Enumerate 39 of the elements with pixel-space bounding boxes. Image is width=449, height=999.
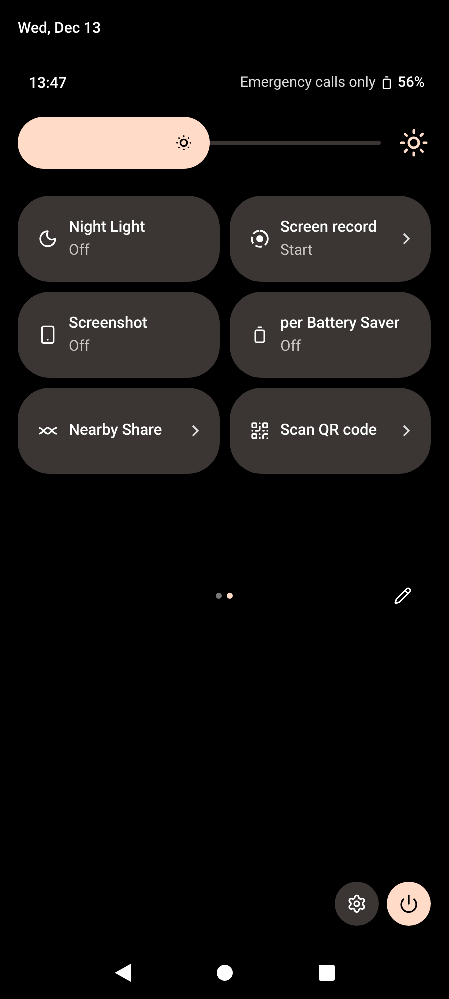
edit-icon[interactable] — [394, 586, 412, 604]
brightness-icon — [174, 132, 194, 152]
recents-icon[interactable] — [318, 964, 334, 980]
quick-tile[interactable]: per Battery Saver Off — [230, 292, 431, 378]
tile-title: Screen record — [280, 216, 378, 238]
quick-tile[interactable]: Night Light Off — [18, 196, 220, 282]
date-text: Wed, Dec 13 — [18, 19, 101, 37]
chevron-icon — [192, 424, 198, 436]
tile-title: per Battery Saver — [280, 312, 401, 334]
brightness-slider[interactable] — [18, 116, 381, 168]
tile-status: Start — [280, 240, 314, 261]
quick-tile[interactable]: Scan QR code — [230, 388, 431, 474]
quick-tile[interactable]: Screen record Start — [230, 196, 431, 282]
moon-icon — [38, 228, 58, 248]
quick-tile[interactable]: Nearby Share — [18, 388, 220, 474]
settings-button[interactable] — [335, 882, 379, 926]
battery-percent: 56% — [398, 73, 425, 94]
quick-tile[interactable]: Screenshot Off — [18, 292, 220, 378]
power-icon — [399, 894, 419, 914]
clock-text: 13:47 — [29, 73, 68, 94]
settings-icon — [347, 894, 367, 914]
power-button[interactable] — [387, 882, 431, 926]
brightness-fill[interactable] — [18, 116, 210, 168]
tile-title: Screenshot — [69, 312, 149, 334]
tile-status: Off — [280, 336, 302, 357]
tile-status: Off — [69, 336, 91, 357]
chevron-icon — [403, 424, 410, 436]
record-icon — [250, 228, 270, 248]
tile-title: Scan QR code — [280, 420, 378, 441]
network-status: Emergency calls only — [240, 73, 376, 94]
home-icon[interactable] — [216, 964, 232, 980]
tile-title: Nearby Share — [69, 420, 164, 441]
wave-icon — [38, 424, 58, 436]
qr-code-icon — [250, 420, 270, 440]
chevron-icon — [403, 232, 410, 244]
back-icon[interactable] — [114, 964, 130, 982]
sun-icon[interactable] — [399, 128, 429, 158]
tile-status: Off — [69, 240, 91, 261]
tile-title: Night Light — [69, 216, 146, 238]
